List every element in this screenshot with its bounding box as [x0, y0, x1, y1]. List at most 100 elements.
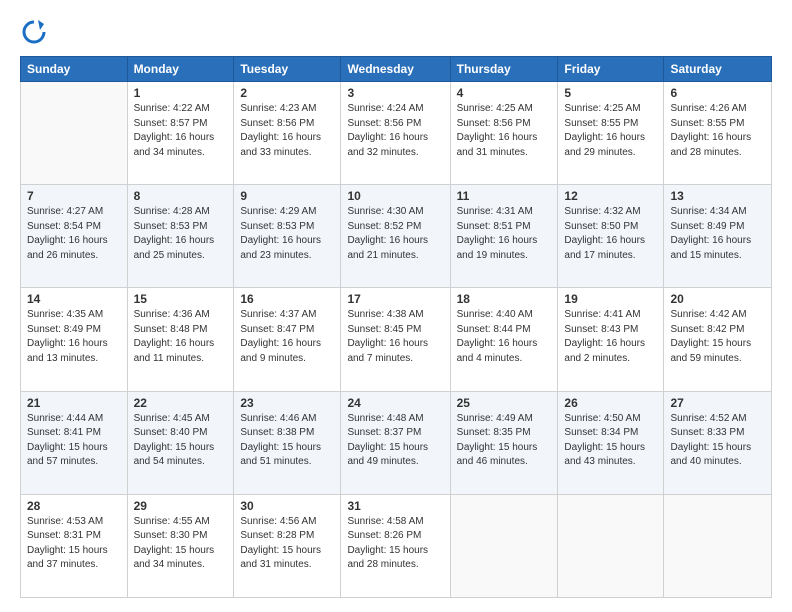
day-info: Sunrise: 4:53 AMSunset: 8:31 PMDaylight:… [27, 515, 121, 573]
calendar-cell: 11 Sunrise: 4:31 AMSunset: 8:51 PMDaylig… [450, 185, 558, 288]
day-number: 13 [670, 189, 765, 203]
day-number: 28 [27, 499, 121, 513]
week-row-3: 14 Sunrise: 4:35 AMSunset: 8:49 PMDaylig… [21, 288, 772, 391]
calendar-cell: 27 Sunrise: 4:52 AMSunset: 8:33 PMDaylig… [664, 391, 772, 494]
calendar-cell: 25 Sunrise: 4:49 AMSunset: 8:35 PMDaylig… [450, 391, 558, 494]
header-row: SundayMondayTuesdayWednesdayThursdayFrid… [21, 57, 772, 82]
day-info: Sunrise: 4:29 AMSunset: 8:53 PMDaylight:… [240, 205, 334, 263]
day-info: Sunrise: 4:23 AMSunset: 8:56 PMDaylight:… [240, 102, 334, 160]
day-info: Sunrise: 4:22 AMSunset: 8:57 PMDaylight:… [134, 102, 228, 160]
calendar-cell: 7 Sunrise: 4:27 AMSunset: 8:54 PMDayligh… [21, 185, 128, 288]
calendar-cell: 21 Sunrise: 4:44 AMSunset: 8:41 PMDaylig… [21, 391, 128, 494]
calendar-cell: 31 Sunrise: 4:58 AMSunset: 8:26 PMDaylig… [341, 494, 450, 597]
day-info: Sunrise: 4:24 AMSunset: 8:56 PMDaylight:… [347, 102, 443, 160]
day-number: 9 [240, 189, 334, 203]
day-header-wednesday: Wednesday [341, 57, 450, 82]
day-number: 5 [564, 86, 657, 100]
calendar-cell: 16 Sunrise: 4:37 AMSunset: 8:47 PMDaylig… [234, 288, 341, 391]
calendar-cell: 19 Sunrise: 4:41 AMSunset: 8:43 PMDaylig… [558, 288, 664, 391]
day-number: 15 [134, 292, 228, 306]
calendar-cell: 3 Sunrise: 4:24 AMSunset: 8:56 PMDayligh… [341, 82, 450, 185]
day-number: 12 [564, 189, 657, 203]
calendar-cell [21, 82, 128, 185]
day-number: 11 [457, 189, 552, 203]
day-number: 4 [457, 86, 552, 100]
day-number: 1 [134, 86, 228, 100]
day-info: Sunrise: 4:40 AMSunset: 8:44 PMDaylight:… [457, 308, 552, 366]
day-info: Sunrise: 4:42 AMSunset: 8:42 PMDaylight:… [670, 308, 765, 366]
day-header-tuesday: Tuesday [234, 57, 341, 82]
day-number: 29 [134, 499, 228, 513]
day-info: Sunrise: 4:31 AMSunset: 8:51 PMDaylight:… [457, 205, 552, 263]
day-info: Sunrise: 4:56 AMSunset: 8:28 PMDaylight:… [240, 515, 334, 573]
day-number: 7 [27, 189, 121, 203]
day-info: Sunrise: 4:37 AMSunset: 8:47 PMDaylight:… [240, 308, 334, 366]
day-info: Sunrise: 4:36 AMSunset: 8:48 PMDaylight:… [134, 308, 228, 366]
logo [20, 18, 50, 46]
calendar-cell: 30 Sunrise: 4:56 AMSunset: 8:28 PMDaylig… [234, 494, 341, 597]
day-info: Sunrise: 4:50 AMSunset: 8:34 PMDaylight:… [564, 412, 657, 470]
day-number: 27 [670, 396, 765, 410]
day-info: Sunrise: 4:48 AMSunset: 8:37 PMDaylight:… [347, 412, 443, 470]
day-number: 23 [240, 396, 334, 410]
week-row-5: 28 Sunrise: 4:53 AMSunset: 8:31 PMDaylig… [21, 494, 772, 597]
calendar-cell: 10 Sunrise: 4:30 AMSunset: 8:52 PMDaylig… [341, 185, 450, 288]
day-info: Sunrise: 4:49 AMSunset: 8:35 PMDaylight:… [457, 412, 552, 470]
day-info: Sunrise: 4:38 AMSunset: 8:45 PMDaylight:… [347, 308, 443, 366]
day-header-friday: Friday [558, 57, 664, 82]
calendar-cell: 17 Sunrise: 4:38 AMSunset: 8:45 PMDaylig… [341, 288, 450, 391]
calendar-cell: 1 Sunrise: 4:22 AMSunset: 8:57 PMDayligh… [127, 82, 234, 185]
day-info: Sunrise: 4:25 AMSunset: 8:55 PMDaylight:… [564, 102, 657, 160]
calendar-cell: 15 Sunrise: 4:36 AMSunset: 8:48 PMDaylig… [127, 288, 234, 391]
day-info: Sunrise: 4:55 AMSunset: 8:30 PMDaylight:… [134, 515, 228, 573]
day-header-sunday: Sunday [21, 57, 128, 82]
day-number: 3 [347, 86, 443, 100]
day-info: Sunrise: 4:41 AMSunset: 8:43 PMDaylight:… [564, 308, 657, 366]
day-number: 17 [347, 292, 443, 306]
day-number: 19 [564, 292, 657, 306]
day-info: Sunrise: 4:44 AMSunset: 8:41 PMDaylight:… [27, 412, 121, 470]
day-number: 26 [564, 396, 657, 410]
calendar-cell: 28 Sunrise: 4:53 AMSunset: 8:31 PMDaylig… [21, 494, 128, 597]
calendar-cell: 29 Sunrise: 4:55 AMSunset: 8:30 PMDaylig… [127, 494, 234, 597]
calendar-cell: 20 Sunrise: 4:42 AMSunset: 8:42 PMDaylig… [664, 288, 772, 391]
calendar-cell: 4 Sunrise: 4:25 AMSunset: 8:56 PMDayligh… [450, 82, 558, 185]
calendar-cell: 13 Sunrise: 4:34 AMSunset: 8:49 PMDaylig… [664, 185, 772, 288]
day-info: Sunrise: 4:25 AMSunset: 8:56 PMDaylight:… [457, 102, 552, 160]
week-row-2: 7 Sunrise: 4:27 AMSunset: 8:54 PMDayligh… [21, 185, 772, 288]
calendar-cell: 22 Sunrise: 4:45 AMSunset: 8:40 PMDaylig… [127, 391, 234, 494]
day-number: 30 [240, 499, 334, 513]
logo-icon [20, 18, 48, 46]
day-number: 6 [670, 86, 765, 100]
week-row-4: 21 Sunrise: 4:44 AMSunset: 8:41 PMDaylig… [21, 391, 772, 494]
day-info: Sunrise: 4:58 AMSunset: 8:26 PMDaylight:… [347, 515, 443, 573]
day-info: Sunrise: 4:52 AMSunset: 8:33 PMDaylight:… [670, 412, 765, 470]
day-header-saturday: Saturday [664, 57, 772, 82]
day-number: 24 [347, 396, 443, 410]
header [20, 18, 772, 46]
calendar-table: SundayMondayTuesdayWednesdayThursdayFrid… [20, 56, 772, 598]
day-info: Sunrise: 4:26 AMSunset: 8:55 PMDaylight:… [670, 102, 765, 160]
calendar-cell: 5 Sunrise: 4:25 AMSunset: 8:55 PMDayligh… [558, 82, 664, 185]
calendar-cell: 26 Sunrise: 4:50 AMSunset: 8:34 PMDaylig… [558, 391, 664, 494]
day-info: Sunrise: 4:35 AMSunset: 8:49 PMDaylight:… [27, 308, 121, 366]
day-number: 16 [240, 292, 334, 306]
day-info: Sunrise: 4:32 AMSunset: 8:50 PMDaylight:… [564, 205, 657, 263]
day-number: 10 [347, 189, 443, 203]
day-number: 25 [457, 396, 552, 410]
day-number: 14 [27, 292, 121, 306]
calendar-cell [450, 494, 558, 597]
day-header-thursday: Thursday [450, 57, 558, 82]
day-info: Sunrise: 4:30 AMSunset: 8:52 PMDaylight:… [347, 205, 443, 263]
week-row-1: 1 Sunrise: 4:22 AMSunset: 8:57 PMDayligh… [21, 82, 772, 185]
day-info: Sunrise: 4:28 AMSunset: 8:53 PMDaylight:… [134, 205, 228, 263]
day-info: Sunrise: 4:34 AMSunset: 8:49 PMDaylight:… [670, 205, 765, 263]
day-number: 22 [134, 396, 228, 410]
day-header-monday: Monday [127, 57, 234, 82]
calendar-cell: 2 Sunrise: 4:23 AMSunset: 8:56 PMDayligh… [234, 82, 341, 185]
day-info: Sunrise: 4:27 AMSunset: 8:54 PMDaylight:… [27, 205, 121, 263]
calendar-cell: 12 Sunrise: 4:32 AMSunset: 8:50 PMDaylig… [558, 185, 664, 288]
day-info: Sunrise: 4:45 AMSunset: 8:40 PMDaylight:… [134, 412, 228, 470]
calendar-cell: 14 Sunrise: 4:35 AMSunset: 8:49 PMDaylig… [21, 288, 128, 391]
calendar-page: SundayMondayTuesdayWednesdayThursdayFrid… [0, 0, 792, 612]
